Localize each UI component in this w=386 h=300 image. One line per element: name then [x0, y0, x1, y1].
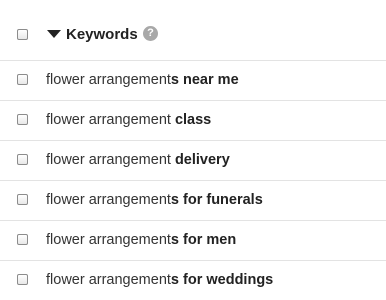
- keyword-highlight: delivery: [174, 152, 230, 168]
- keyword-prefix: flower arrangement: [46, 192, 171, 208]
- table-row: flower arrangement class: [0, 100, 386, 140]
- question-circle-icon[interactable]: ?: [143, 26, 158, 41]
- keyword-text[interactable]: flower arrangements for funerals: [46, 192, 263, 208]
- keywords-column-header[interactable]: Keywords: [66, 26, 138, 43]
- keyword-prefix: flower arrangement: [46, 72, 171, 88]
- keyword-text[interactable]: flower arrangements for weddings: [46, 272, 273, 288]
- keyword-highlight: s for men: [170, 232, 237, 248]
- keyword-highlight: class: [174, 112, 212, 128]
- row-checkbox[interactable]: [17, 274, 28, 285]
- keyword-prefix: flower arrangement: [46, 232, 171, 248]
- caret-down-icon[interactable]: [47, 30, 61, 38]
- keyword-text[interactable]: flower arrangement delivery: [46, 152, 230, 168]
- table-header: Keywords ?: [0, 0, 386, 60]
- keyword-prefix: flower arrangement: [46, 272, 171, 288]
- keyword-highlight: s for funerals: [170, 192, 263, 208]
- keyword-table: Keywords ? flower arrangements near me f…: [0, 0, 386, 299]
- table-row: flower arrangements near me: [0, 60, 386, 100]
- row-checkbox[interactable]: [17, 74, 28, 85]
- row-checkbox[interactable]: [17, 114, 28, 125]
- keyword-highlight: s near me: [170, 72, 239, 88]
- keyword-highlight: s for weddings: [170, 272, 274, 288]
- keyword-text[interactable]: flower arrangements for men: [46, 232, 236, 248]
- table-row: flower arrangements for weddings: [0, 260, 386, 300]
- table-row: flower arrangements for men: [0, 220, 386, 260]
- table-row: flower arrangement delivery: [0, 140, 386, 180]
- keyword-text[interactable]: flower arrangements near me: [46, 72, 239, 88]
- row-checkbox[interactable]: [17, 194, 28, 205]
- row-checkbox[interactable]: [17, 154, 28, 165]
- keyword-prefix: flower arrangement: [46, 152, 175, 168]
- select-all-checkbox[interactable]: [17, 29, 28, 40]
- keyword-text[interactable]: flower arrangement class: [46, 112, 211, 128]
- row-checkbox[interactable]: [17, 234, 28, 245]
- keyword-list: flower arrangements near me flower arran…: [0, 60, 386, 300]
- table-row: flower arrangements for funerals: [0, 180, 386, 220]
- keyword-prefix: flower arrangement: [46, 112, 175, 128]
